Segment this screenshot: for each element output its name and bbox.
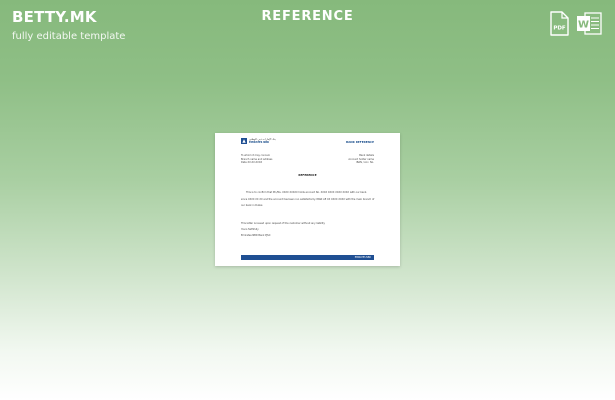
sender-line: Date XX.XX.XXXX (241, 161, 263, 164)
closing-line: Emirates NBD Bank PJSC (241, 234, 271, 237)
word-icon-label: W (578, 20, 589, 31)
body-line: This is to confirm that Mr./Ms. XXXX XXX… (246, 191, 368, 194)
tagline: fully editable template (12, 31, 126, 42)
bank-logo-icon (241, 138, 247, 144)
pdf-icon[interactable]: PDF (549, 11, 569, 36)
footer-text: EMIRATES NBD (354, 255, 371, 259)
document-type: BANK REFERENCE (345, 139, 374, 144)
closing-line: Yours faithfully (241, 228, 259, 231)
page-title: REFERENCE (261, 9, 354, 24)
recipient-line: IBAN / Acc. No. (356, 161, 374, 164)
document-title: REFERENCE (298, 173, 317, 177)
bank-name: EMIRATES NBD (249, 141, 270, 145)
document-preview[interactable]: بنك الإمارات دبي الوطني EMIRATES NBD BAN… (215, 133, 400, 266)
body-line: since XXXX XX XX and the account has bee… (241, 197, 375, 201)
closing-line: This letter is issued upon request of th… (241, 222, 325, 225)
pdf-icon-label: PDF (553, 26, 566, 32)
body-line: our bank in Dubai. (241, 204, 264, 207)
word-icon[interactable]: W (576, 11, 602, 36)
